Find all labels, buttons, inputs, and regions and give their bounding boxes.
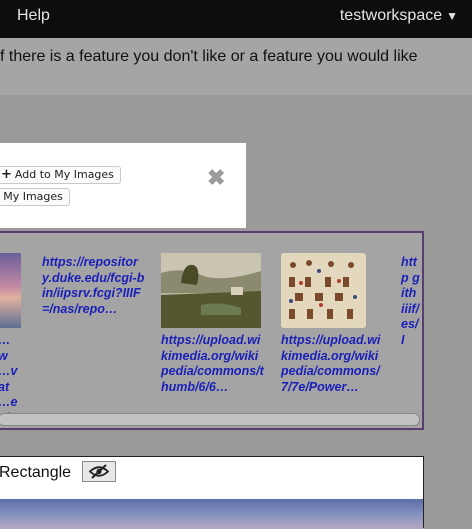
gallery-thumbnail[interactable] <box>281 253 366 328</box>
layer-preview-image <box>0 499 423 529</box>
close-icon[interactable]: ✖ <box>207 167 225 189</box>
add-image-panel: +Add to My Images o My Images ✖ <box>0 143 246 228</box>
top-bar: Help testworkspace ▼ <box>0 0 472 38</box>
gallery-item-link[interactable]: https://upload.wikimedia.org/wikipedia/c… <box>161 333 265 395</box>
gallery-thumbnail[interactable] <box>161 253 261 328</box>
gallery-item-link[interactable]: http gith iiif/ es/I <box>401 255 421 348</box>
gallery-item-link[interactable]: https://repository.duke.edu/fcgi-bin/iip… <box>42 255 146 317</box>
my-images-label: o My Images <box>0 190 63 203</box>
my-images-button[interactable]: o My Images <box>0 188 70 206</box>
add-to-my-images-label: Add to My Images <box>14 168 114 181</box>
landscape-painting-image <box>161 253 261 328</box>
image-gallery: …w …vat …es/ …–… https://repository.duke… <box>0 231 424 430</box>
gallery-item-link[interactable]: https://upload.wikimedia.org/wikipedia/c… <box>281 333 385 395</box>
notice-text: f there is a feature you don't like or a… <box>0 48 418 65</box>
plus-icon: + <box>1 167 12 182</box>
chevron-down-icon: ▼ <box>446 9 458 23</box>
workspace-name: testworkspace <box>339 7 443 24</box>
feedback-notice: f there is a feature you don't like or a… <box>0 38 472 95</box>
add-to-my-images-button[interactable]: + Add to My Images <box>0 166 121 184</box>
visibility-toggle-button[interactable] <box>82 461 116 482</box>
help-menu[interactable]: Help <box>17 7 50 25</box>
rectangle-layer-panel: Rectangle <box>0 456 424 529</box>
pictograph-image <box>281 253 366 328</box>
rectangle-label: Rectangle <box>0 464 72 481</box>
workspace-dropdown[interactable]: testworkspace ▼ <box>340 7 458 25</box>
eye-off-icon <box>88 464 110 479</box>
gallery-scrollbar[interactable] <box>0 413 420 426</box>
gallery-thumbnail[interactable] <box>0 253 21 328</box>
